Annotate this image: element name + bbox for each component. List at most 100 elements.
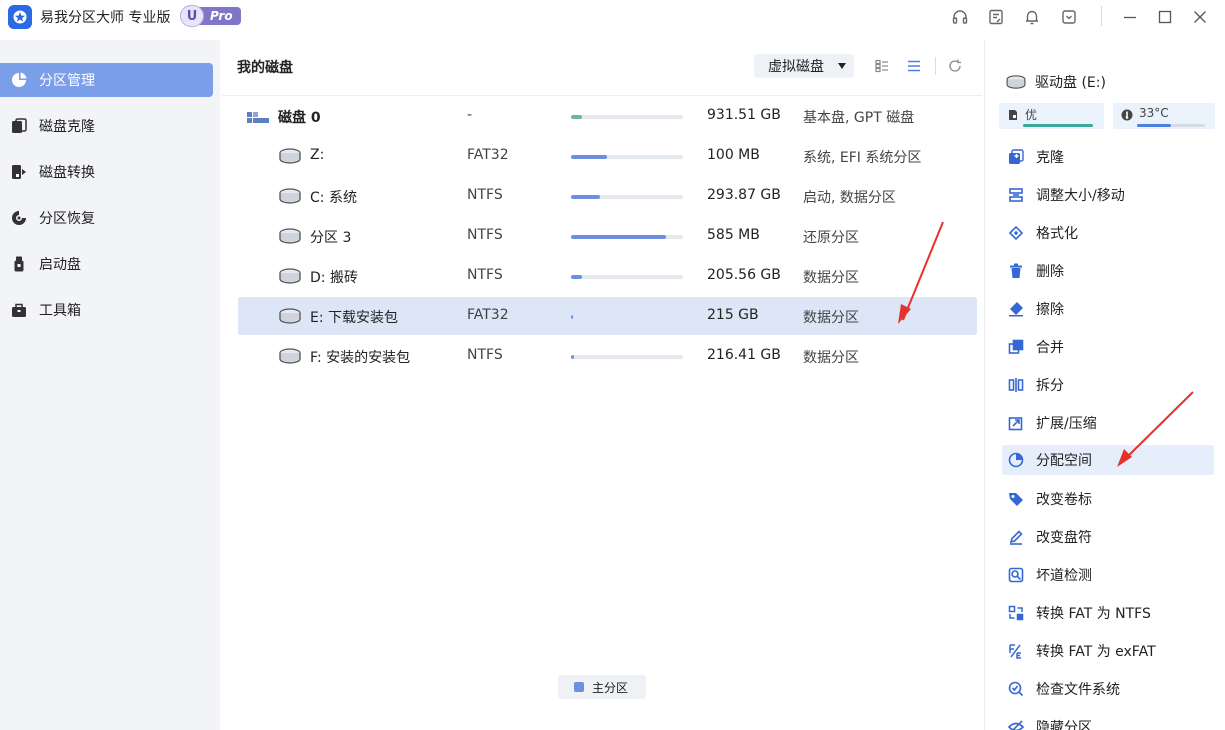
clone-icon [10, 117, 28, 135]
virtual-disk-label: 虚拟磁盘 [768, 59, 824, 75]
operations-panel: 驱动盘 (E:) 优 33°C 克隆 调整大小/移动 格式化 删除 擦除 合并 … [984, 40, 1225, 730]
sidebar-item-disk-clone[interactable]: 磁盘克隆 [0, 109, 213, 143]
usage-bar-fill [571, 355, 575, 359]
partition-desc: 还原分区 [803, 230, 859, 246]
tag-icon [1008, 491, 1024, 507]
main-panel: 我的磁盘 虚拟磁盘 磁盘 0 - 931.51 GB 基本盘, GPT 磁盘 Z… [222, 40, 982, 730]
partition-desc: 数据分区 [803, 310, 859, 326]
sidebar-item-label: 工具箱 [39, 303, 81, 319]
disk-icon [247, 112, 269, 123]
op-label: 改变盘符 [1036, 530, 1092, 546]
drive-icon [279, 268, 301, 284]
disk-size: 931.51 GB [707, 107, 781, 123]
drive-icon [279, 188, 301, 204]
usage-bar [571, 235, 683, 239]
partition-name: Z: [310, 147, 325, 163]
op-change-drive-letter[interactable]: 改变盘符 [1002, 522, 1214, 552]
partition-row[interactable]: D: 搬砖 NTFS 205.56 GB 数据分区 [238, 257, 977, 295]
grid-view-icon[interactable] [873, 57, 891, 75]
convert-ntfs-icon [1008, 605, 1024, 621]
op-label: 擦除 [1036, 302, 1064, 318]
op-wipe[interactable]: 擦除 [1002, 294, 1214, 324]
partition-row[interactable]: 分区 3 NTFS 585 MB 还原分区 [238, 217, 977, 255]
partition-row[interactable]: C: 系统 NTFS 293.87 GB 启动, 数据分区 [238, 177, 977, 215]
sidebar-item-label: 分区管理 [39, 73, 95, 89]
bell-icon[interactable] [1021, 6, 1043, 28]
pro-badge-letter: U [180, 5, 204, 27]
op-allocate-space[interactable]: 分配空间 [1002, 445, 1214, 475]
sidebar: 分区管理 磁盘克隆 磁盘转换 分区恢复 启动盘 工具箱 [0, 40, 220, 730]
op-clone[interactable]: 克隆 [1002, 142, 1214, 172]
sidebar-item-partition-recovery[interactable]: 分区恢复 [0, 201, 213, 235]
pen-icon [1008, 529, 1024, 545]
drive-icon [279, 308, 301, 324]
resize-icon [1008, 187, 1024, 203]
usage-bar-fill [571, 115, 583, 119]
partition-row-selected[interactable]: E: 下载安装包 FAT32 215 GB 数据分区 [238, 297, 977, 335]
pie-chart-icon [10, 71, 28, 89]
disk-row[interactable]: 磁盘 0 - 931.51 GB 基本盘, GPT 磁盘 [238, 97, 977, 135]
partition-desc: 数据分区 [803, 350, 859, 366]
sidebar-item-toolbox[interactable]: 工具箱 [0, 293, 213, 327]
op-label: 转换 FAT 为 exFAT [1036, 644, 1156, 660]
usage-bar [571, 275, 683, 279]
dropdown-menu-icon[interactable] [1058, 6, 1080, 28]
list-view-icon[interactable] [905, 57, 923, 75]
usage-bar [571, 155, 683, 159]
virtual-disk-dropdown[interactable]: 虚拟磁盘 [754, 54, 854, 78]
headset-icon[interactable] [949, 6, 971, 28]
partition-size: 215 GB [707, 307, 759, 323]
partition-size: 293.87 GB [707, 187, 781, 203]
close-icon[interactable] [1189, 6, 1211, 28]
refresh-icon[interactable] [946, 57, 964, 75]
partition-size: 216.41 GB [707, 347, 781, 363]
pro-badge[interactable]: U Pro [180, 5, 248, 27]
temperature-label: 33°C [1139, 106, 1169, 120]
partition-row[interactable]: Z: FAT32 100 MB 系统, EFI 系统分区 [238, 137, 977, 175]
op-label: 分配空间 [1036, 453, 1092, 469]
hide-icon [1008, 719, 1024, 730]
usage-bar-fill [571, 195, 601, 199]
op-convert-fat-ntfs[interactable]: 转换 FAT 为 NTFS [1002, 598, 1214, 628]
health-label: 优 [1025, 108, 1038, 122]
legend-label: 主分区 [592, 680, 629, 695]
op-convert-fat-exfat[interactable]: 转换 FAT 为 exFAT [1002, 636, 1214, 666]
partition-fs: FAT32 [467, 307, 509, 323]
minimize-icon[interactable] [1119, 6, 1141, 28]
maximize-icon[interactable] [1154, 6, 1176, 28]
title-bar: 易我分区大师 专业版 U Pro [0, 0, 1225, 36]
convert-exfat-icon [1008, 643, 1024, 659]
op-split[interactable]: 拆分 [1002, 370, 1214, 400]
partition-size: 585 MB [707, 227, 760, 243]
sidebar-item-boot-disk[interactable]: 启动盘 [0, 247, 213, 281]
sidebar-item-partition-manage[interactable]: 分区管理 [0, 63, 213, 97]
disk-desc: 基本盘, GPT 磁盘 [803, 110, 915, 126]
op-check-filesystem[interactable]: 检查文件系统 [1002, 674, 1214, 704]
usage-bar [571, 355, 683, 359]
op-bad-sector-check[interactable]: 坏道检测 [1002, 560, 1214, 590]
header-separator [935, 57, 936, 75]
thermometer-icon [1121, 109, 1133, 121]
partition-row[interactable]: F: 安装的安装包 NTFS 216.41 GB 数据分区 [238, 337, 977, 375]
main-header: 我的磁盘 虚拟磁盘 [222, 40, 982, 96]
op-extend-shrink[interactable]: 扩展/压缩 [1002, 408, 1214, 438]
sidebar-item-disk-convert[interactable]: 磁盘转换 [0, 155, 213, 189]
usage-bar-fill [571, 315, 573, 319]
partition-name: D: 搬砖 [310, 270, 358, 286]
health-status: 优 [999, 103, 1104, 129]
feedback-icon[interactable] [985, 6, 1007, 28]
op-format[interactable]: 格式化 [1002, 218, 1214, 248]
op-change-label[interactable]: 改变卷标 [1002, 484, 1214, 514]
clone-plus-icon [1008, 149, 1024, 165]
app-logo-icon [8, 5, 32, 29]
op-hide-partition[interactable]: 隐藏分区 [1002, 712, 1214, 730]
partition-size: 100 MB [707, 147, 760, 163]
page-title: 我的磁盘 [237, 60, 293, 76]
recovery-icon [10, 209, 28, 227]
drive-icon [279, 148, 301, 164]
trash-icon [1008, 263, 1024, 279]
op-delete[interactable]: 删除 [1002, 256, 1214, 286]
op-merge[interactable]: 合并 [1002, 332, 1214, 362]
usage-bar [571, 195, 683, 199]
op-resize-move[interactable]: 调整大小/移动 [1002, 180, 1214, 210]
